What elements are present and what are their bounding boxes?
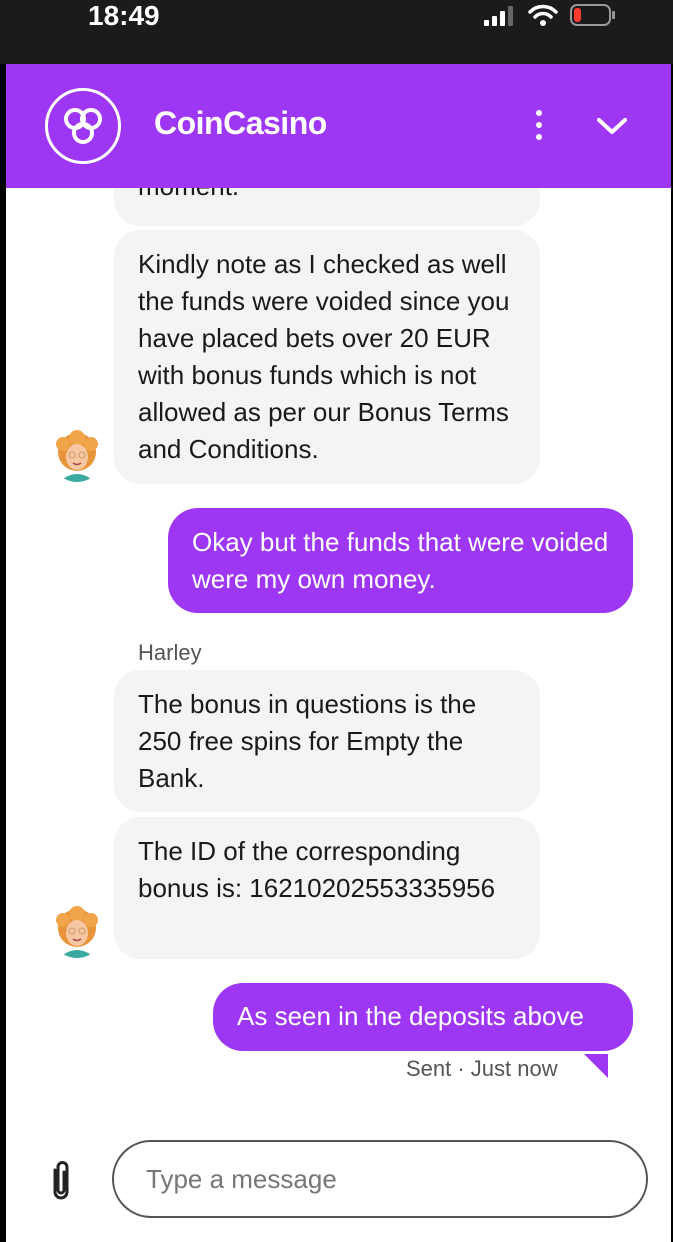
agent-message: The bonus in questions is the 250 free s… <box>114 670 540 812</box>
battery-icon <box>570 4 615 26</box>
paperclip-icon[interactable] <box>46 1158 76 1202</box>
agent-avatar <box>51 906 103 958</box>
message-status: Sent · Just now <box>406 1056 558 1081</box>
cellular-signal-icon <box>484 6 513 26</box>
brand-title: CoinCasino <box>154 105 327 141</box>
status-time: 18:49 <box>88 0 160 31</box>
sent-indicator-icon <box>584 1054 608 1078</box>
coincasino-logo <box>45 88 121 164</box>
wifi-icon <box>528 4 558 26</box>
agent-message-partial: moment. <box>114 188 540 226</box>
agent-message: Kindly note as I checked as well the fun… <box>114 230 540 484</box>
chevron-down-icon[interactable] <box>594 112 630 140</box>
message-list[interactable]: moment. Kindly note as I checked as well… <box>6 188 671 1118</box>
agent-name: Harley <box>138 640 202 665</box>
agent-message: The ID of the corresponding bonus is: 16… <box>114 817 540 959</box>
composer <box>6 1118 671 1242</box>
user-message: As seen in the deposits above <box>213 983 633 1051</box>
chat-header: CoinCasino <box>6 64 671 188</box>
user-message: Okay but the funds that were voided were… <box>168 508 633 613</box>
chat-widget: CoinCasino moment. Kindly note as I chec… <box>6 64 671 1242</box>
agent-avatar <box>51 430 103 482</box>
message-input[interactable] <box>112 1140 648 1218</box>
more-options-button[interactable] <box>526 108 552 142</box>
status-bar: 18:49 <box>0 0 673 64</box>
